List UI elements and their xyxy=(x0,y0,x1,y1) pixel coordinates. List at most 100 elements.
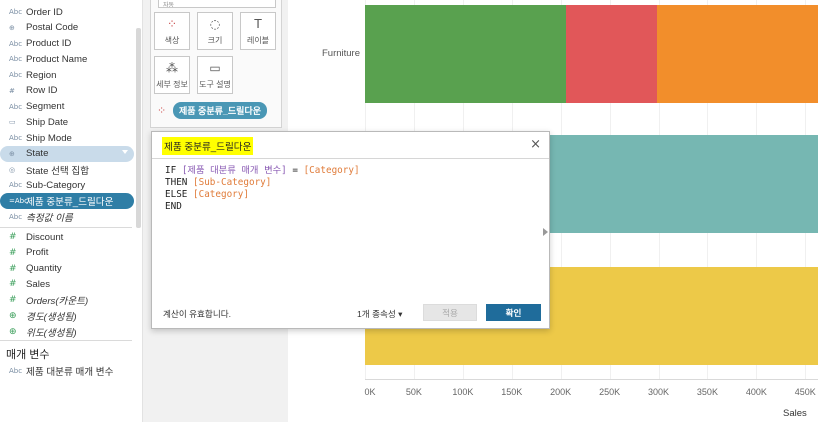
detail-button-label: 세부 정보 xyxy=(156,79,188,89)
measure-type-icon: # xyxy=(9,232,17,242)
dependencies-dropdown[interactable]: 1개 종속성 ▾ xyxy=(357,308,403,320)
measure-field[interactable]: ⊕ 경도(생성됨) xyxy=(0,308,134,324)
dimension-field[interactable]: =Abc 제품 중분류_드릴다운 xyxy=(0,193,134,209)
formula-field-ref: [Category] xyxy=(193,189,249,200)
color-button-label: 색상 xyxy=(164,35,180,45)
formula-keyword-end: END xyxy=(165,201,182,212)
size-button-label: 크기 xyxy=(207,35,223,45)
dimension-type-icon: ⊕ xyxy=(9,149,15,158)
close-icon[interactable]: × xyxy=(530,137,541,152)
formula-parameter-ref: [제품 대분류 매개 변수] xyxy=(181,165,287,176)
dimension-type-icon: ▭ xyxy=(9,118,16,127)
dimension-label: Row ID xyxy=(26,85,58,97)
tooltip-icon: ▭ xyxy=(209,60,221,75)
dimension-ship-date[interactable]: ▭ Ship Date xyxy=(0,114,134,130)
measure-label: Quantity xyxy=(26,263,62,274)
dimension-label: Ship Date xyxy=(26,116,69,128)
dimension-label: 측정값 이름 xyxy=(26,212,73,224)
detail-button[interactable]: ⁂ 세부 정보 xyxy=(154,56,190,94)
formula-keyword-if: IF xyxy=(165,165,177,176)
dimension-label: Sub-Category xyxy=(26,179,86,191)
formula-editor[interactable]: IF [제품 대분류 매개 변수] = [Category] THEN [Sub… xyxy=(165,165,535,305)
dimension-label: Ship Mode xyxy=(26,132,72,144)
dimensions-measures-divider xyxy=(0,227,132,228)
label-button[interactable]: T 레이블 xyxy=(240,12,276,50)
parameter-field[interactable]: Abc 제품 대분류 매개 변수 xyxy=(0,363,134,379)
x-tick-label: 300K xyxy=(648,387,670,397)
dimension-label: State 선택 집합 xyxy=(26,165,90,177)
measure-type-icon: # xyxy=(9,247,17,258)
dimension-type-icon: Abc xyxy=(9,55,23,64)
dimension-type-icon: Abc xyxy=(9,134,23,142)
expand-functions-arrow-icon[interactable] xyxy=(543,228,548,236)
x-tick-label: 200K xyxy=(550,387,572,397)
mark-type-dropdown[interactable]: 자동 xyxy=(158,0,276,8)
bar-segment[interactable] xyxy=(565,5,657,103)
apply-button[interactable]: 적용 xyxy=(423,304,477,321)
dimension-state[interactable]: ◎ State 선택 집합 xyxy=(0,162,134,178)
dimension-type-icon: Abc xyxy=(9,102,23,111)
dimension-type-icon: # xyxy=(9,86,15,95)
dimension-state[interactable]: ⊕ State xyxy=(0,145,134,162)
dialog-header-divider xyxy=(152,158,549,159)
parameter-label: 제품 대분류 매개 변수 xyxy=(26,367,114,378)
dimension-type-icon: Abc xyxy=(9,181,23,190)
category-label: Furniture xyxy=(321,48,360,59)
dimension-type-icon: ⊕ xyxy=(9,23,15,32)
calculation-name-field[interactable]: 제품 중분류_드릴다운 xyxy=(162,137,254,155)
parameter-type-icon: Abc xyxy=(9,367,23,375)
dimension-postal-code[interactable]: ⊕ Postal Code xyxy=(0,20,134,36)
dimension-label: Order ID xyxy=(26,6,63,18)
dimension-label: Product ID xyxy=(26,38,72,49)
color-field-pill[interactable]: 제품 중분류_드릴다운 xyxy=(173,102,268,119)
tooltip-button[interactable]: ▭ 도구 설명 xyxy=(197,56,233,94)
dimension-sub-category[interactable]: Abc Sub-Category xyxy=(0,177,134,193)
dimension-order-id[interactable]: Abc Order ID xyxy=(0,4,134,20)
dimension-row-id[interactable]: # Row ID xyxy=(0,83,134,99)
measure-label: Profit xyxy=(26,247,49,259)
dimension-label: 제품 중분류_드릴다운 xyxy=(26,197,114,208)
x-axis-title: Sales xyxy=(783,408,807,419)
size-button[interactable]: ◌ 크기 xyxy=(197,12,233,50)
label-icon: T xyxy=(254,16,262,31)
color-button[interactable]: ⁘ 색상 xyxy=(154,12,190,50)
data-pane: Abc Order ID ⊕ Postal Code Abc Product ID Abc P… xyxy=(0,0,142,422)
size-icon: ◌ xyxy=(209,16,221,31)
measure-profit[interactable]: # Profit xyxy=(0,245,134,261)
dimension-segment[interactable]: Abc Segment xyxy=(0,99,134,115)
dimension-product-id[interactable]: Abc Product ID xyxy=(0,36,134,52)
x-tick-label: 250K xyxy=(599,387,621,397)
measure-orders[interactable]: # Orders(카운트) xyxy=(0,292,134,308)
measure-field[interactable]: ⊕ 위도(생성됨) xyxy=(0,324,134,340)
formula-line-1: IF [제품 대분류 매개 변수] = [Category] xyxy=(165,165,535,177)
bar-segment[interactable] xyxy=(656,5,818,103)
measure-discount[interactable]: # Discount xyxy=(0,229,134,245)
measure-quantity[interactable]: # Quantity xyxy=(0,261,134,277)
measures-parameters-divider xyxy=(0,340,132,341)
x-tick-label: 100K xyxy=(452,387,474,397)
formula-field-ref: [Sub-Category] xyxy=(193,177,272,188)
color-legend-icon: ⁘ xyxy=(157,105,167,117)
marks-card: 자동 ⁘ 색상 ◌ 크기 T 레이블 ⁂ 세부 정보 ▭ 도구 설명 ⁘ 제품 … xyxy=(150,0,282,128)
measure-type-icon: # xyxy=(9,263,17,274)
color-pill-row: ⁘ 제품 중분류_드릴다운 xyxy=(157,102,268,119)
dimension-type-icon: =Abc xyxy=(9,197,28,205)
formula-keyword-else: ELSE xyxy=(165,189,188,200)
data-pane-scrollbar[interactable] xyxy=(136,28,141,228)
x-tick-label: 400K xyxy=(745,387,767,397)
dimension-region[interactable]: Abc Region xyxy=(0,67,134,83)
parameters-header: 매개 변수 xyxy=(6,349,50,361)
measure-sales[interactable]: # Sales xyxy=(0,276,134,292)
label-button-label: 레이블 xyxy=(246,35,270,45)
field-menu-caret-icon[interactable] xyxy=(122,149,128,154)
dimension-product-name[interactable]: Abc Product Name xyxy=(0,51,134,67)
tooltip-button-label: 도구 설명 xyxy=(199,79,231,89)
formula-operator: = xyxy=(286,165,304,176)
x-tick-label: 350K xyxy=(696,387,718,397)
dimension-field[interactable]: Abc 측정값 이름 xyxy=(0,209,134,225)
formula-line-4: END xyxy=(165,201,535,213)
dimension-ship-mode[interactable]: Abc Ship Mode xyxy=(0,130,134,146)
bar-segment[interactable] xyxy=(365,5,566,103)
measure-type-icon: # xyxy=(9,295,17,305)
ok-button[interactable]: 확인 xyxy=(486,304,541,321)
